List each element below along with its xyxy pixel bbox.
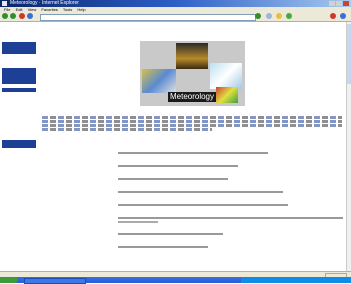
sidebar-block-2 — [2, 68, 36, 84]
print-icon[interactable] — [340, 13, 346, 19]
go-icon[interactable] — [255, 13, 261, 19]
sidebar-block-3 — [2, 88, 36, 140]
taskbar-window-button[interactable] — [24, 278, 86, 284]
text-line — [42, 124, 342, 127]
section-item — [114, 212, 344, 228]
section-item — [114, 147, 344, 160]
section-item — [114, 173, 344, 186]
hero-collage: Meteorology — [140, 41, 245, 106]
address-field[interactable] — [40, 14, 256, 21]
sidebar-block-4 — [2, 140, 36, 148]
text-line — [118, 152, 268, 154]
window-title: Meteorology · Internet Explorer — [10, 0, 79, 6]
text-line — [118, 191, 283, 193]
text-line — [118, 221, 158, 223]
start-button[interactable] — [0, 277, 18, 283]
weather-map-image — [142, 69, 176, 93]
sidebar-block-1 — [2, 42, 36, 54]
intro-paragraph — [42, 116, 342, 132]
mail-icon[interactable] — [330, 13, 336, 19]
text-line — [118, 233, 223, 235]
section-item — [114, 160, 344, 173]
section-item — [114, 199, 344, 212]
sidebar — [0, 22, 39, 271]
text-line — [118, 246, 208, 248]
section-item — [114, 228, 344, 241]
hero-banner: Meteorology — [168, 92, 216, 102]
ie-icon — [2, 1, 7, 6]
site-logo[interactable] — [12, 26, 28, 36]
text-line — [118, 165, 238, 167]
section-item — [114, 241, 344, 254]
section-item — [114, 186, 344, 199]
back-arrow-icon[interactable] — [2, 13, 8, 19]
text-line — [118, 178, 228, 180]
text-line — [42, 128, 212, 131]
sidebar-header — [2, 42, 36, 44]
vertical-scrollbar[interactable] — [346, 22, 351, 271]
satellite-image — [210, 63, 242, 89]
maximize-icon[interactable] — [336, 1, 342, 6]
favorites-icon[interactable] — [276, 13, 282, 19]
sidebar-header — [2, 68, 36, 70]
scroll-thumb[interactable] — [347, 24, 351, 84]
media-icon[interactable] — [286, 13, 292, 19]
taskbar — [0, 277, 351, 284]
lightning-photo — [176, 43, 208, 69]
stop-icon[interactable] — [19, 13, 25, 19]
minimize-icon[interactable] — [329, 1, 335, 6]
radar-image — [216, 87, 238, 103]
title-bar: Meteorology · Internet Explorer — [0, 0, 351, 7]
text-line — [42, 120, 342, 123]
home-icon[interactable] — [27, 13, 33, 19]
search-icon[interactable] — [266, 13, 272, 19]
close-icon[interactable] — [343, 1, 349, 6]
system-tray — [241, 277, 351, 283]
text-line — [42, 116, 342, 119]
text-line — [118, 217, 343, 219]
text-line — [118, 204, 288, 206]
section-list — [114, 147, 344, 254]
forward-arrow-icon[interactable] — [10, 13, 16, 19]
toolbar — [0, 12, 351, 22]
window-controls — [329, 1, 349, 6]
